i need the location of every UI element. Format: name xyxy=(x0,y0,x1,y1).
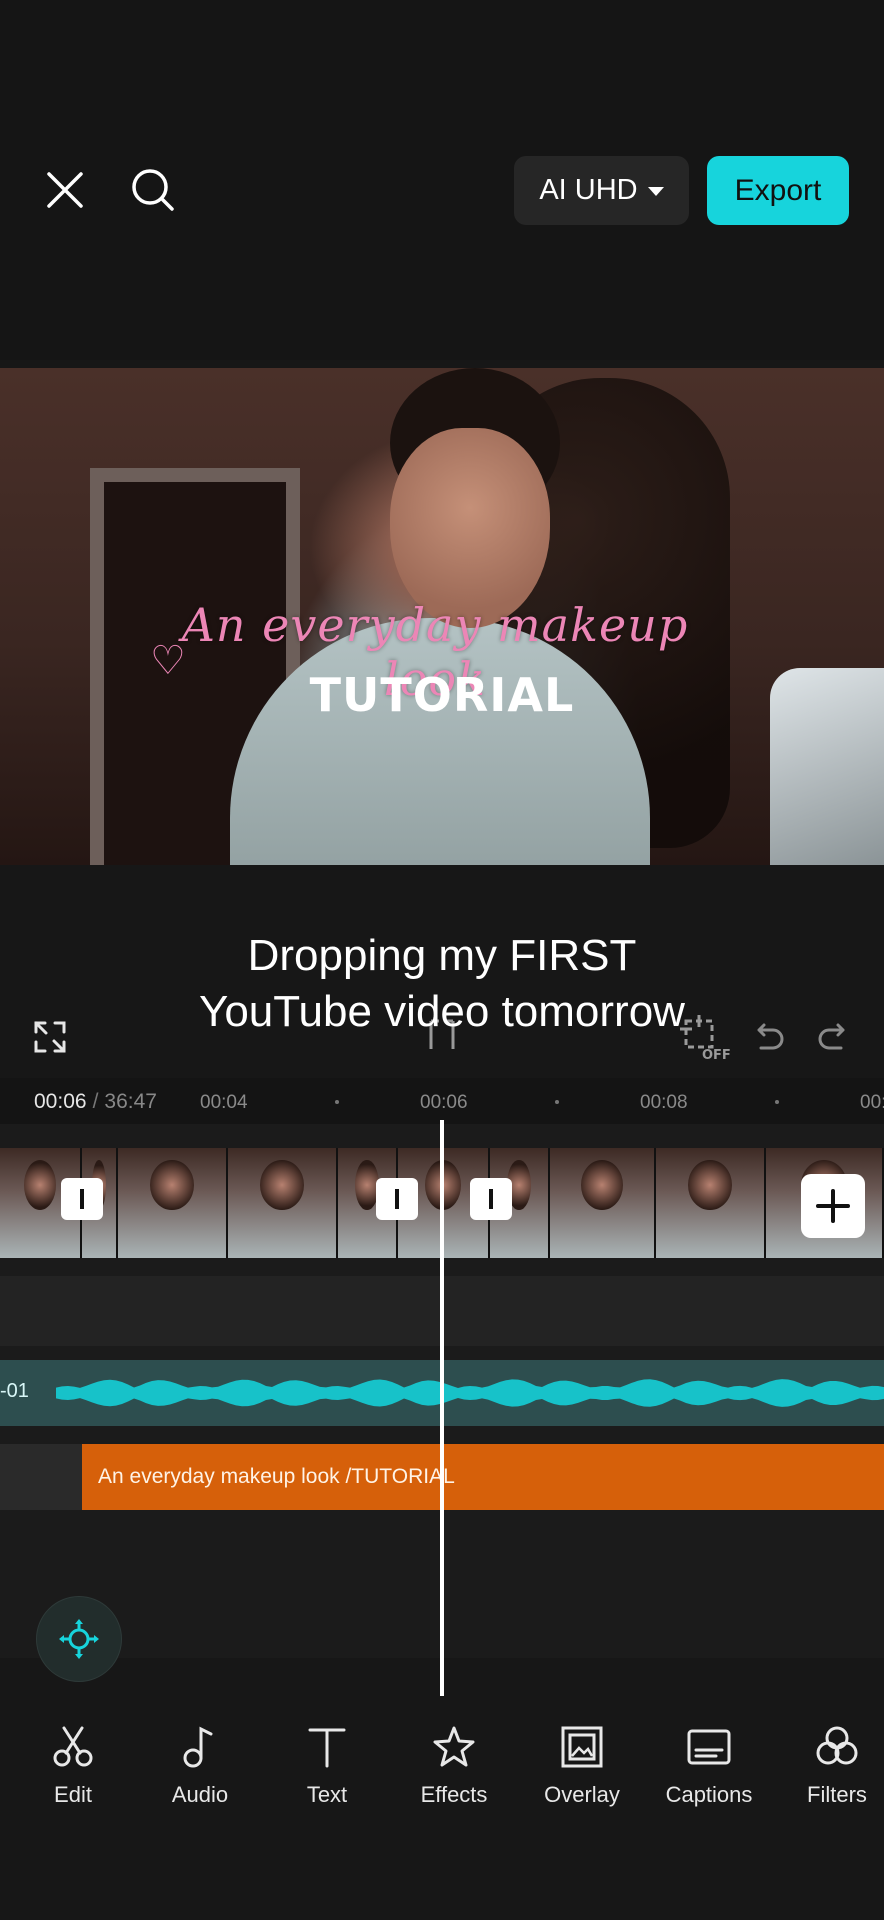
caption-line-2: YouTube video tomorrow xyxy=(199,987,685,1036)
text-icon xyxy=(302,1722,352,1772)
export-button[interactable]: Export xyxy=(707,156,849,225)
playhead[interactable] xyxy=(440,1120,444,1696)
add-clip-button[interactable] xyxy=(801,1174,865,1238)
scissors-icon xyxy=(48,1722,98,1772)
text-clip-label: An everyday makeup look /TUTORIAL xyxy=(98,1465,455,1488)
time-ruler[interactable]: 00:06/36:47 00:04 00:06 00:08 00:1 xyxy=(0,1078,884,1124)
tool-overlay-label: Overlay xyxy=(544,1782,620,1807)
time-separator: / xyxy=(92,1090,99,1113)
bottom-toolbar: Edit Audio Text Effects Overlay Captions xyxy=(0,1722,884,1832)
text-clip[interactable]: An everyday makeup look /TUTORIAL xyxy=(82,1444,884,1510)
tool-text[interactable]: Text xyxy=(272,1722,382,1822)
ruler-tick: 00:1 xyxy=(860,1092,884,1113)
video-clip-frame[interactable] xyxy=(550,1148,656,1258)
tool-audio[interactable]: Audio xyxy=(145,1722,255,1822)
top-bar: AI UHD Export xyxy=(0,0,884,360)
timecode: 00:06/36:47 xyxy=(34,1090,157,1114)
text-track-gap xyxy=(0,1444,82,1510)
search-button[interactable] xyxy=(126,163,180,217)
move-arrows-icon xyxy=(59,1619,99,1659)
audio-clip-label: -01 xyxy=(0,1380,29,1402)
tool-edit[interactable]: Edit xyxy=(18,1722,128,1822)
video-clip-frame[interactable] xyxy=(228,1148,338,1258)
ruler-tick: 00:04 xyxy=(200,1092,248,1113)
ruler-dot xyxy=(555,1100,559,1104)
tool-audio-label: Audio xyxy=(171,1782,229,1807)
quality-label: AI UHD xyxy=(539,174,638,206)
search-icon xyxy=(132,169,174,211)
tool-effects-label: Effects xyxy=(420,1782,488,1807)
transition-button[interactable] xyxy=(376,1178,418,1220)
smart-tool-button[interactable] xyxy=(36,1596,122,1682)
caption-text: Dropping my FIRST YouTube video tomorrow xyxy=(0,928,884,1040)
transition-icon xyxy=(489,1189,493,1209)
music-note-icon xyxy=(175,1722,225,1772)
overlay-bold-text[interactable]: TUTORIAL xyxy=(0,668,884,722)
caption-line-1: Dropping my FIRST xyxy=(247,931,637,980)
transition-icon xyxy=(395,1189,399,1209)
tool-captions[interactable]: Captions xyxy=(654,1722,764,1822)
transition-icon xyxy=(80,1189,84,1209)
effects-star-icon xyxy=(429,1722,479,1772)
transition-button[interactable] xyxy=(470,1178,512,1220)
quality-dropdown[interactable]: AI UHD xyxy=(514,156,689,225)
ruler-dot xyxy=(335,1100,339,1104)
video-preview[interactable]: ♡ An everyday makeup look TUTORIAL xyxy=(0,368,884,865)
svg-text:OFF: OFF xyxy=(702,1048,731,1063)
transition-button[interactable] xyxy=(61,1178,103,1220)
plus-icon xyxy=(816,1189,850,1223)
close-button[interactable] xyxy=(40,165,90,215)
video-clip-frame[interactable] xyxy=(656,1148,766,1258)
tool-captions-label: Captions xyxy=(665,1782,753,1807)
chevron-down-icon xyxy=(647,187,664,196)
tool-filters[interactable]: Filters xyxy=(782,1722,884,1822)
video-clip-frame[interactable] xyxy=(118,1148,228,1258)
ruler-tick: 00:06 xyxy=(420,1092,468,1113)
tool-overlay[interactable]: Overlay xyxy=(527,1722,637,1822)
tool-text-label: Text xyxy=(306,1782,348,1807)
tool-filters-label: Filters xyxy=(807,1782,867,1807)
tool-edit-label: Edit xyxy=(54,1782,92,1807)
captions-icon xyxy=(684,1722,734,1772)
close-icon xyxy=(47,172,83,208)
ruler-dot xyxy=(775,1100,779,1104)
current-time: 00:06 xyxy=(34,1090,87,1113)
overlay-icon xyxy=(557,1722,607,1772)
total-time: 36:47 xyxy=(104,1090,157,1113)
tool-effects[interactable]: Effects xyxy=(399,1722,509,1822)
ruler-tick: 00:08 xyxy=(640,1092,688,1113)
filters-icon xyxy=(812,1722,862,1772)
